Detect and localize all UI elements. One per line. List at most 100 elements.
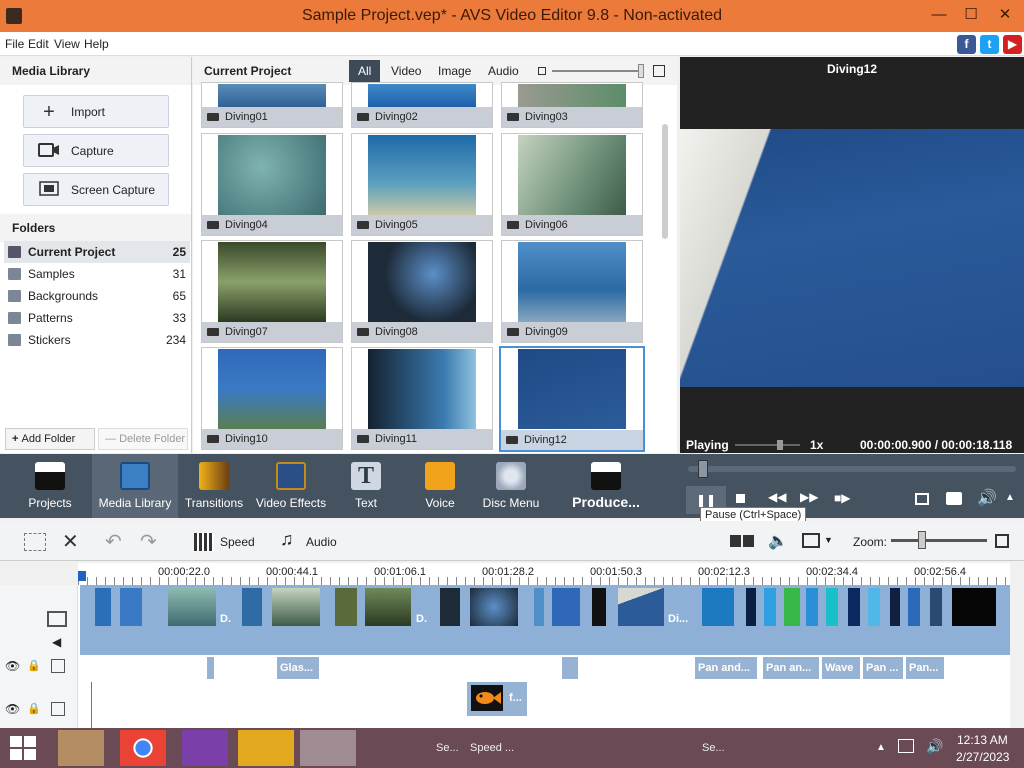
media-item[interactable]: Diving03 — [501, 82, 643, 128]
timeline-clip[interactable] — [335, 588, 357, 626]
timeline-clip[interactable] — [806, 588, 818, 626]
timeline-clip[interactable] — [826, 588, 838, 626]
large-size-icon[interactable] — [653, 65, 665, 77]
folder-samples[interactable]: Samples 31 — [4, 263, 190, 285]
timeline-clip[interactable] — [908, 588, 920, 626]
eye-icon[interactable]: 👁 — [5, 659, 20, 673]
timeline-clip[interactable] — [534, 588, 544, 626]
speed-slider[interactable] — [735, 444, 800, 446]
media-item-selected[interactable]: Diving12 — [499, 346, 645, 452]
voice-button[interactable]: Voice — [412, 454, 468, 518]
timeline-clip[interactable] — [168, 588, 216, 626]
timeline-clip[interactable] — [470, 588, 518, 626]
minimize-button[interactable]: — — [924, 4, 954, 26]
snapshot-camera-icon[interactable] — [946, 492, 962, 505]
effect-block[interactable]: Glas... — [277, 657, 319, 679]
folder-current-project[interactable]: Current Project 25 — [4, 241, 190, 263]
menu-view[interactable]: View — [54, 37, 80, 51]
eye-icon[interactable]: 👁 — [5, 702, 20, 716]
twitter-icon[interactable]: t — [980, 35, 999, 54]
timeline-clip[interactable] — [95, 588, 111, 626]
lock-icon[interactable]: 🔒 — [27, 659, 41, 672]
menu-file[interactable]: File — [5, 37, 24, 51]
media-item[interactable]: Diving07 — [201, 240, 343, 343]
scrollbar-thumb[interactable] — [662, 124, 668, 239]
folder-backgrounds[interactable]: Backgrounds 65 — [4, 285, 190, 307]
visual-studio-icon[interactable] — [182, 730, 228, 766]
media-item[interactable]: Diving06 — [501, 133, 643, 236]
clock-time[interactable]: 12:13 AM — [957, 733, 1008, 747]
media-library-button[interactable]: Media Library — [92, 454, 178, 518]
timeline-clip[interactable] — [552, 588, 580, 626]
tab-video[interactable]: Video — [382, 60, 430, 82]
youtube-icon[interactable]: ▶ — [1003, 35, 1022, 54]
effect-block[interactable]: Pan... — [906, 657, 944, 679]
timeline-clip[interactable] — [764, 588, 776, 626]
delete-folder-button[interactable]: — Delete Folder — [98, 428, 188, 450]
windows-start-icon[interactable] — [10, 736, 36, 760]
play-to-end-icon[interactable]: ■▶ — [834, 491, 850, 505]
timeline-clip[interactable] — [618, 588, 664, 626]
tab-audio[interactable]: Audio — [479, 60, 528, 82]
effect-block[interactable]: Wave — [822, 657, 860, 679]
maximize-button[interactable]: ☐ — [956, 4, 986, 26]
network-icon[interactable] — [898, 739, 914, 753]
tab-all[interactable]: All — [349, 60, 381, 82]
media-item[interactable]: Diving11 — [351, 347, 493, 450]
folder-stickers[interactable]: Stickers 234 — [4, 329, 190, 351]
timeline-clip[interactable] — [242, 588, 262, 626]
timeline-ruler[interactable]: 00:00:22.0 00:00:44.1 00:01:06.1 00:01:2… — [78, 563, 1010, 585]
next-frame-button[interactable]: ▶▶ — [800, 490, 818, 504]
projects-button[interactable]: Projects — [20, 454, 80, 518]
media-item[interactable]: Diving10 — [201, 347, 343, 450]
mute-icon[interactable]: ◀ — [52, 635, 61, 649]
menu-help[interactable]: Help — [84, 37, 109, 51]
timeline-clip[interactable] — [930, 588, 942, 626]
audio-mixer-icon[interactable]: 🔈 — [768, 531, 788, 551]
previous-frame-button[interactable]: ◀◀ — [768, 490, 786, 504]
timeline-clip[interactable] — [702, 588, 734, 626]
add-folder-button[interactable]: + Add Folder — [5, 428, 95, 450]
menu-edit[interactable]: Edit — [28, 37, 49, 51]
media-item[interactable]: Diving02 — [351, 82, 493, 128]
volume-tray-icon[interactable]: 🔊 — [926, 738, 943, 755]
audio-note-icon[interactable]: ♫ — [280, 529, 294, 550]
timeline-clip[interactable] — [365, 588, 411, 626]
thumb-size-slider-handle[interactable] — [638, 64, 644, 78]
tab-image[interactable]: Image — [429, 60, 480, 82]
file-explorer-icon[interactable] — [58, 730, 104, 766]
small-size-icon[interactable] — [538, 67, 546, 75]
volume-icon[interactable]: 🔊 — [977, 488, 997, 508]
media-item[interactable]: Diving09 — [501, 240, 643, 343]
zoom-slider-handle[interactable] — [918, 531, 926, 549]
effect-block[interactable]: Pan ... — [863, 657, 903, 679]
speed-label[interactable]: Speed — [220, 535, 255, 549]
zoom-slider[interactable] — [891, 539, 987, 542]
avs-video-editor-icon[interactable] — [300, 730, 356, 766]
effect-block[interactable]: Pan and... — [695, 657, 757, 679]
fit-timeline-icon[interactable] — [995, 534, 1009, 548]
text-button[interactable]: T Text — [338, 454, 394, 518]
redo-icon[interactable]: ↷ — [140, 529, 157, 554]
chrome-icon[interactable] — [120, 730, 166, 766]
media-item[interactable]: Diving08 — [351, 240, 493, 343]
aspect-ratio-icon[interactable] — [802, 533, 820, 548]
stop-button[interactable] — [736, 494, 745, 503]
folder-patterns[interactable]: Patterns 33 — [4, 307, 190, 329]
split-icon[interactable] — [730, 535, 754, 547]
audio-label[interactable]: Audio — [306, 535, 337, 549]
thumb-size-slider[interactable] — [552, 70, 644, 72]
timeline-clip[interactable] — [784, 588, 800, 626]
screen-capture-button[interactable]: Screen Capture — [23, 173, 169, 206]
timeline-clip[interactable] — [952, 588, 996, 626]
timeline-clip[interactable] — [120, 588, 142, 626]
effect-block[interactable] — [562, 657, 578, 679]
timeline-clip[interactable] — [440, 588, 460, 626]
facebook-icon[interactable]: f — [957, 35, 976, 54]
seek-bar-handle[interactable] — [698, 460, 708, 478]
seek-bar[interactable] — [688, 466, 1016, 472]
timeline-clip[interactable] — [868, 588, 880, 626]
delete-icon[interactable]: ✕ — [62, 529, 79, 554]
produce-button[interactable]: Produce... — [570, 454, 642, 518]
timeline-clip[interactable] — [848, 588, 860, 626]
